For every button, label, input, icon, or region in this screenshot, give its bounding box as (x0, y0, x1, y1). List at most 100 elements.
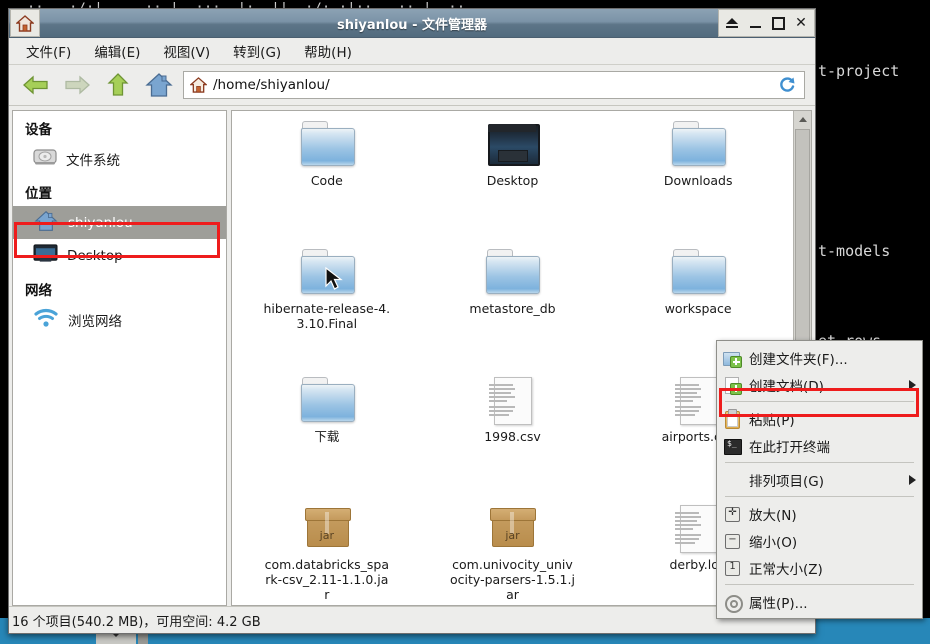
context-menu-separator (725, 462, 914, 463)
sidebar-item-shiyanlou[interactable]: shiyanlou (13, 206, 226, 239)
sidebar-item-label: shiyanlou (68, 214, 133, 231)
terminal-line: t-models (818, 242, 900, 260)
up-arrow-icon[interactable] (101, 70, 135, 100)
sidebar-item-browse-network[interactable]: 浏览网络 (13, 303, 226, 336)
sidebar-item-filesystem[interactable]: 文件系统 (13, 142, 226, 175)
context-menu-item-paste[interactable]: 粘贴(P) (717, 405, 922, 432)
terminal-line: t-project (818, 62, 900, 80)
zoom-in-icon: ✛ (723, 505, 741, 523)
chevron-right-icon (909, 474, 916, 485)
zoom-normal-icon: 1 (723, 559, 741, 577)
file-label: hibernate-release-4.3.10.Final (263, 301, 391, 331)
folder-icon (299, 119, 355, 169)
folder-icon (670, 247, 727, 297)
context-menu-item-zoom-out[interactable]: − 缩小(O) (717, 527, 922, 554)
sidebar-group-network-title: 网络 (25, 283, 52, 299)
menubar: 文件(F) 编辑(E) 视图(V) 转到(G) 帮助(H) (9, 38, 815, 65)
context-menu-item-open-terminal[interactable]: 在此打开终端 (717, 432, 922, 459)
context-menu-item-zoom-in[interactable]: ✛ 放大(N) (717, 500, 922, 527)
chevron-right-icon (909, 379, 916, 390)
path-bar[interactable]: /home/shiyanlou/ (183, 71, 805, 99)
context-menu-label: 属性(P)... (749, 595, 808, 612)
context-menu-item-create-folder[interactable]: 创建文件夹(F)... (717, 344, 922, 371)
status-bar: 16 个项目(540.2 MB)，可用空间: 4.2 GB (9, 606, 815, 633)
network-wifi-icon (33, 308, 59, 332)
context-menu-item-create-document[interactable]: 创建文档(D) (717, 371, 922, 398)
folder-icon (299, 247, 355, 297)
file-item[interactable]: 下载 (234, 375, 420, 503)
context-menu-label: 在此打开终端 (749, 439, 830, 456)
window-controls: ✕ (718, 9, 815, 37)
context-menu-separator (725, 401, 914, 402)
file-label: metastore_db (469, 301, 556, 316)
mouse-cursor-icon (325, 267, 343, 290)
status-text: 16 个项目(540.2 MB)，可用空间: 4.2 GB (12, 614, 261, 630)
file-icon-view[interactable]: Code Desktop Downloads hibernate-release… (232, 111, 793, 605)
sidebar-group-places-title: 位置 (25, 186, 52, 202)
file-label: Downloads (663, 173, 733, 188)
back-arrow-icon[interactable] (19, 70, 53, 100)
context-menu-label: 正常大小(Z) (749, 561, 823, 578)
close-window-button[interactable]: ✕ (794, 15, 808, 31)
gear-icon (723, 593, 743, 613)
file-label: 1998.csv (484, 429, 541, 444)
file-label: Desktop (486, 173, 539, 188)
new-folder-icon (723, 349, 742, 368)
folder-icon (484, 247, 541, 297)
menu-view[interactable]: 视图(V) (160, 39, 213, 63)
file-item[interactable]: jar com.univocity_univocity-parsers-1.5.… (420, 503, 606, 605)
context-menu-item-properties[interactable]: 属性(P)... (717, 588, 922, 615)
home-icon[interactable] (142, 70, 176, 100)
desktop-icon (33, 243, 58, 268)
sidebar-item-label: 浏览网络 (68, 313, 122, 330)
new-document-icon (723, 376, 742, 395)
file-label: Code (310, 173, 343, 188)
harddisk-icon (33, 147, 57, 171)
context-menu-item-normal-size[interactable]: 1 正常大小(Z) (717, 554, 922, 581)
file-item[interactable]: Desktop (420, 119, 606, 247)
context-menu-label: 粘贴(P) (749, 412, 795, 429)
menu-go[interactable]: 转到(G) (230, 39, 284, 63)
scroll-up-arrow-icon[interactable] (795, 112, 810, 127)
window-body: 设备 文件系统 位置 shiyanlou Desktop 网络 浏览网络 Cod… (9, 106, 815, 606)
document-icon (484, 375, 540, 425)
terminal-icon (723, 437, 742, 455)
sidebar-item-label: Desktop (67, 247, 123, 264)
path-text: /home/shiyanlou/ (213, 77, 330, 93)
menu-edit[interactable]: 编辑(E) (91, 39, 143, 63)
file-item[interactable]: jar com.databricks_spark-csv_2.11-1.1.0.… (234, 503, 420, 605)
paste-clipboard-icon (723, 408, 741, 429)
folder-icon (670, 119, 727, 169)
minimize-window-button[interactable] (748, 15, 762, 31)
file-item[interactable]: Downloads (605, 119, 791, 247)
window-titlebar[interactable]: shiyanlou - 文件管理器 ✕ (9, 9, 815, 38)
file-label: com.databricks_spark-csv_2.11-1.1.0.jar (264, 557, 389, 602)
sidebar-item-label: 文件系统 (66, 152, 120, 169)
context-menu-item-arrange-items[interactable]: 排列项目(G) (717, 466, 922, 493)
context-menu-separator (725, 496, 914, 497)
sidebar: 设备 文件系统 位置 shiyanlou Desktop 网络 浏览网络 (12, 110, 227, 606)
sidebar-item-desktop[interactable]: Desktop (13, 239, 226, 272)
file-label: com.univocity_univocity-parsers-1.5.1.ja… (450, 557, 575, 602)
file-label: workspace (664, 301, 732, 316)
jar-icon-label: jar (505, 529, 520, 542)
file-item[interactable]: 1998.csv (420, 375, 606, 503)
reload-icon[interactable] (776, 76, 798, 94)
menu-help[interactable]: 帮助(H) (301, 39, 355, 63)
jar-archive-icon: jar (299, 503, 355, 553)
shade-window-button[interactable] (725, 15, 739, 31)
context-menu-label: 放大(N) (749, 507, 797, 524)
home-folder-icon (33, 210, 59, 236)
menu-file[interactable]: 文件(F) (23, 39, 74, 63)
file-item[interactable]: hibernate-release-4.3.10.Final (234, 247, 420, 375)
context-menu-separator (725, 584, 914, 585)
maximize-window-button[interactable] (771, 15, 785, 31)
forward-arrow-icon (60, 70, 94, 100)
zoom-out-icon: − (723, 532, 741, 550)
file-item[interactable]: metastore_db (420, 247, 606, 375)
toolbar: /home/shiyanlou/ (9, 65, 815, 106)
file-item[interactable]: Code (234, 119, 420, 247)
context-menu-label: 缩小(O) (749, 534, 798, 551)
context-menu[interactable]: 创建文件夹(F)... 创建文档(D) 粘贴(P) 在此打开终端 排列项目(G)… (716, 340, 923, 619)
